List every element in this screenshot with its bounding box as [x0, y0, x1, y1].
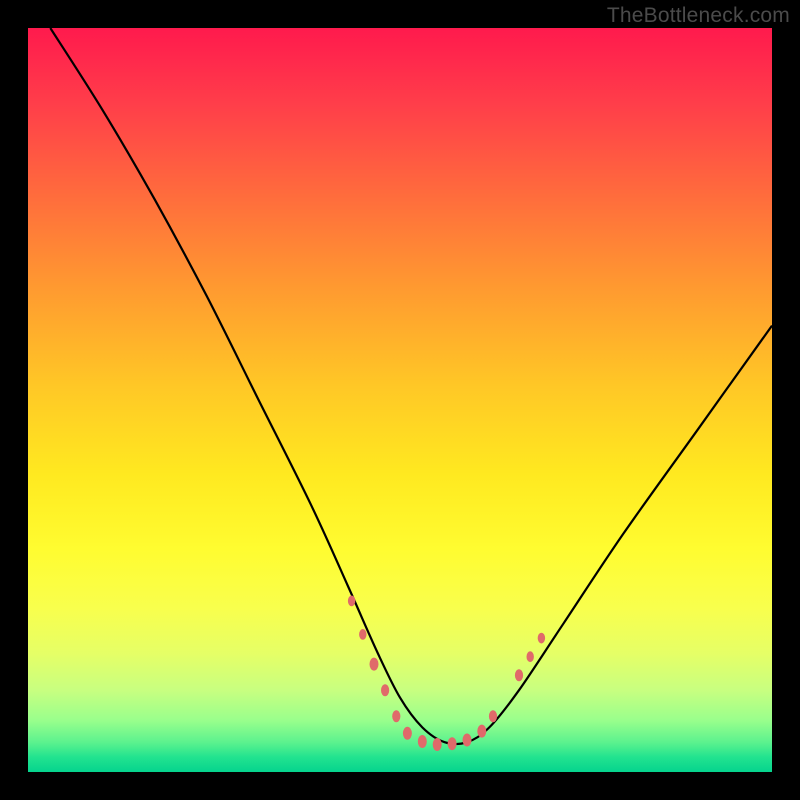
data-marker [381, 684, 389, 696]
chart-frame: TheBottleneck.com [0, 0, 800, 800]
data-marker [463, 734, 472, 747]
data-marker [370, 658, 379, 671]
bottleneck-curve [50, 28, 772, 744]
data-marker [538, 633, 545, 644]
data-marker [403, 727, 412, 740]
watermark-text: TheBottleneck.com [607, 4, 790, 28]
data-marker [433, 738, 442, 751]
data-marker [392, 710, 400, 722]
data-marker [418, 735, 427, 748]
data-marker [448, 737, 457, 750]
plot-area [28, 28, 772, 772]
data-marker [527, 651, 534, 662]
data-marker [515, 669, 523, 681]
data-marker [477, 725, 486, 738]
data-marker [348, 596, 355, 607]
curve-svg [28, 28, 772, 772]
data-marker [359, 629, 366, 640]
data-marker [489, 710, 497, 722]
